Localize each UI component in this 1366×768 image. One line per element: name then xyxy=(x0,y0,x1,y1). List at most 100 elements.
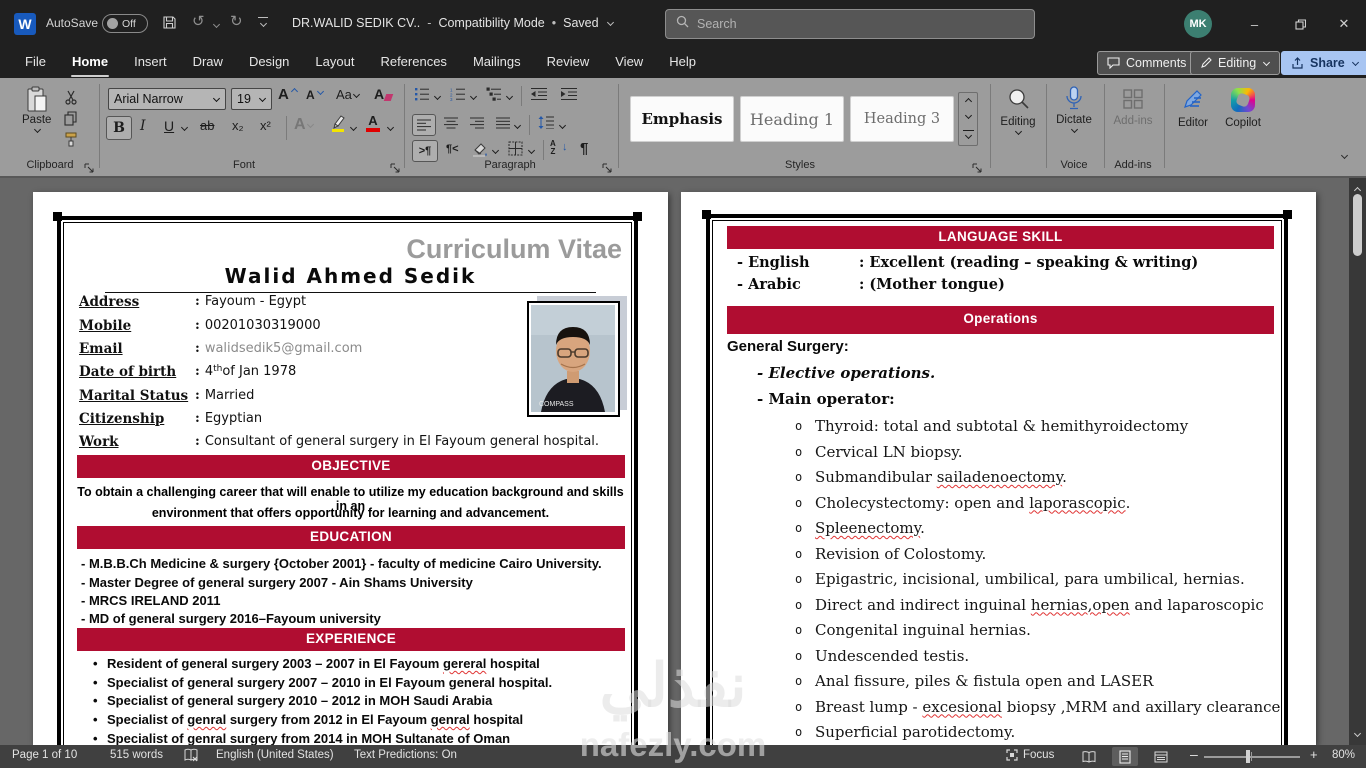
style-heading1[interactable]: Heading 1 xyxy=(740,96,844,142)
underline-button[interactable]: U xyxy=(164,118,174,134)
sort-button[interactable]: A Z xyxy=(550,140,556,156)
shading-dropdown-icon[interactable] xyxy=(491,147,499,155)
align-right-button[interactable] xyxy=(470,117,484,129)
collapse-ribbon-icon[interactable] xyxy=(1340,152,1348,160)
font-name-combo[interactable]: Arial Narrow xyxy=(108,88,226,110)
align-center-button[interactable] xyxy=(444,117,458,129)
save-icon[interactable] xyxy=(162,15,177,33)
multilevel-list-button[interactable] xyxy=(486,87,502,101)
print-layout-button[interactable] xyxy=(1112,747,1138,766)
ltr-paragraph-button[interactable]: >¶ xyxy=(412,140,438,162)
restore-button[interactable] xyxy=(1278,0,1323,48)
format-painter-icon[interactable] xyxy=(64,132,79,147)
focus-mode-button[interactable]: Focus xyxy=(1006,749,1054,761)
borders-dropdown-icon[interactable] xyxy=(527,147,535,155)
styles-dialog-launcher[interactable] xyxy=(972,160,983,173)
tab-draw[interactable]: Draw xyxy=(180,48,236,78)
web-layout-button[interactable] xyxy=(1148,747,1174,766)
style-emphasis[interactable]: Emphasis xyxy=(630,96,734,142)
document-title[interactable]: DR.WALID SEDIK CV.. - Compatibility Mode… xyxy=(292,16,614,30)
cv-photo[interactable]: COMPASS xyxy=(527,296,627,417)
minimize-button[interactable]: – xyxy=(1232,0,1277,48)
bullets-dropdown-icon[interactable] xyxy=(433,93,441,101)
increase-indent-button[interactable] xyxy=(560,87,578,101)
zoom-slider-track[interactable] xyxy=(1204,756,1300,758)
read-mode-button[interactable] xyxy=(1076,747,1102,766)
style-heading3[interactable]: Heading 3 xyxy=(850,96,954,142)
clear-formatting-button[interactable]: A xyxy=(374,86,394,102)
autosave-toggle[interactable]: Off xyxy=(102,14,148,33)
line-spacing-button[interactable] xyxy=(538,116,554,129)
highlight-button[interactable] xyxy=(330,114,346,132)
tab-layout[interactable]: Layout xyxy=(302,48,367,78)
tab-design[interactable]: Design xyxy=(236,48,302,78)
tab-file[interactable]: File xyxy=(12,48,59,78)
undo-dropdown-icon[interactable] xyxy=(212,21,220,29)
highlight-dropdown-icon[interactable] xyxy=(349,124,357,132)
justify-dropdown-icon[interactable] xyxy=(513,122,521,130)
show-hide-pilcrow-button[interactable]: ¶ xyxy=(580,140,588,157)
zoom-out-button[interactable]: – xyxy=(1190,746,1198,762)
font-dialog-launcher[interactable] xyxy=(390,160,401,173)
tab-review[interactable]: Review xyxy=(534,48,603,78)
text-predictions-indicator[interactable]: Text Predictions: On xyxy=(354,749,457,761)
dictate-button[interactable]: Dictate xyxy=(1050,86,1098,134)
language-indicator[interactable]: English (United States) xyxy=(216,749,334,761)
copy-icon[interactable] xyxy=(64,111,78,126)
add-ins-button[interactable]: Add-ins xyxy=(1108,88,1158,127)
tab-home[interactable]: Home xyxy=(59,48,121,78)
redo-icon[interactable]: ↻ xyxy=(230,14,243,29)
search-input[interactable] xyxy=(697,17,997,31)
align-left-button[interactable] xyxy=(412,114,436,136)
editor-button[interactable]: Editor xyxy=(1170,88,1216,129)
subscript-button[interactable]: x₂ xyxy=(232,118,244,133)
tab-mailings[interactable]: Mailings xyxy=(460,48,534,78)
multilevel-dropdown-icon[interactable] xyxy=(505,93,513,101)
zoom-slider-thumb[interactable] xyxy=(1246,750,1250,763)
copilot-button[interactable]: Copilot xyxy=(1218,88,1268,129)
clipboard-dialog-launcher[interactable] xyxy=(84,160,95,173)
font-color-button[interactable]: A xyxy=(366,114,380,132)
rtl-paragraph-button[interactable]: ¶< xyxy=(446,143,459,155)
borders-button[interactable] xyxy=(508,141,523,156)
tab-view[interactable]: View xyxy=(602,48,656,78)
tab-insert[interactable]: Insert xyxy=(121,48,180,78)
editing-group-button[interactable]: Editing xyxy=(994,88,1042,136)
editing-mode-button[interactable]: Editing xyxy=(1190,51,1281,75)
styles-scroll-down-icon[interactable] xyxy=(964,112,972,120)
scrollbar-thumb[interactable] xyxy=(1353,194,1362,256)
shading-button[interactable] xyxy=(472,141,488,157)
account-avatar[interactable]: MK xyxy=(1184,10,1212,38)
cut-icon[interactable] xyxy=(64,90,79,105)
styles-scroll-up-icon[interactable] xyxy=(964,96,972,104)
close-button[interactable]: ✕ xyxy=(1322,0,1366,48)
styles-gallery-more-icon[interactable] xyxy=(963,130,974,131)
paragraph-dialog-launcher[interactable] xyxy=(602,160,613,173)
tab-help[interactable]: Help xyxy=(656,48,709,78)
numbering-dropdown-icon[interactable] xyxy=(469,93,477,101)
zoom-in-button[interactable]: + xyxy=(1310,747,1318,762)
shrink-font-button[interactable]: A xyxy=(306,88,323,102)
bullets-button[interactable] xyxy=(414,87,430,101)
share-button[interactable]: Share xyxy=(1281,51,1366,75)
qat-customize-icon[interactable] xyxy=(258,17,268,18)
word-count[interactable]: 515 words xyxy=(110,749,163,761)
justify-button[interactable] xyxy=(496,117,510,129)
italic-button[interactable]: I xyxy=(140,118,146,134)
strikethrough-button[interactable]: ab xyxy=(200,118,214,133)
page-indicator[interactable]: Page 1 of 10 xyxy=(12,749,77,761)
underline-dropdown-icon[interactable] xyxy=(180,124,188,132)
superscript-button[interactable]: x² xyxy=(260,118,271,133)
zoom-level[interactable]: 80% xyxy=(1332,749,1355,761)
font-color-dropdown-icon[interactable] xyxy=(386,124,394,132)
font-size-combo[interactable]: 19 xyxy=(231,88,272,110)
document-page-1[interactable]: Curriculum Vitae Walid Ahmed Sedik Addre… xyxy=(33,192,668,745)
grow-font-button[interactable]: A xyxy=(278,86,297,103)
bold-button[interactable]: B xyxy=(106,116,132,140)
document-page-2[interactable]: LANGUAGE SKILL - English: Excellent (rea… xyxy=(681,192,1316,745)
line-spacing-dropdown-icon[interactable] xyxy=(558,122,566,130)
change-case-button[interactable]: Aa xyxy=(336,87,360,102)
search-box[interactable] xyxy=(665,9,1035,39)
text-effects-button[interactable]: A xyxy=(294,116,314,134)
undo-icon[interactable]: ↺ xyxy=(192,14,205,29)
